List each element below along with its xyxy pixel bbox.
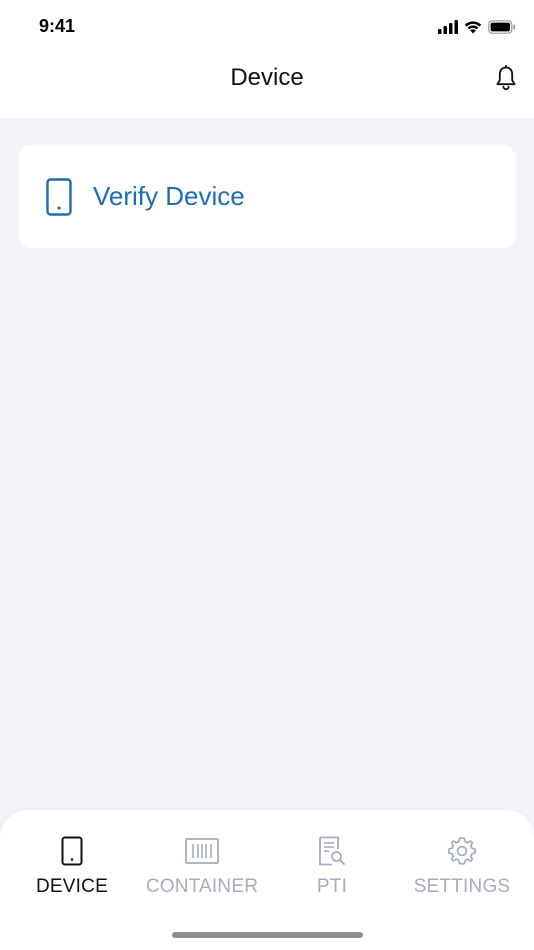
tab-device-icon-wrap [61,834,83,868]
status-bar: 9:41 [0,0,534,52]
bell-icon [496,65,516,91]
pti-icon [319,836,345,866]
device-icon [46,177,72,216]
tab-settings-icon-wrap [447,834,477,868]
tab-pti[interactable]: PTI [265,834,399,904]
tab-settings-label: SETTINGS [413,876,511,897]
tab-container-icon-wrap [185,834,219,868]
battery-icon [488,20,515,34]
tab-settings[interactable]: SETTINGS [395,834,529,904]
device-icon [61,836,83,866]
notification-button[interactable] [494,64,518,92]
gear-icon [448,837,476,865]
status-icons [438,18,516,36]
page-title: Device [230,64,304,91]
signal-icon [438,20,458,34]
home-indicator [172,932,363,938]
card-icon-wrap [45,177,73,217]
wifi-icon [464,21,482,34]
header: Device [0,52,534,118]
tab-pti-icon-wrap [318,834,346,868]
verify-device-label: Verify Device [93,181,245,211]
tab-pti-label: PTI [316,876,348,897]
tab-device-label: DEVICE [36,876,108,897]
container-icon [185,838,219,864]
tab-container-label: CONTAINER [145,876,259,897]
tab-container[interactable]: CONTAINER [135,834,269,904]
tab-device[interactable]: DEVICE [5,834,139,904]
status-time: 9:41 [39,16,76,36]
verify-device-card[interactable]: Verify Device [19,145,515,248]
tab-bar: DEVICE CONTAINER PTI SETTINGS [0,810,534,950]
